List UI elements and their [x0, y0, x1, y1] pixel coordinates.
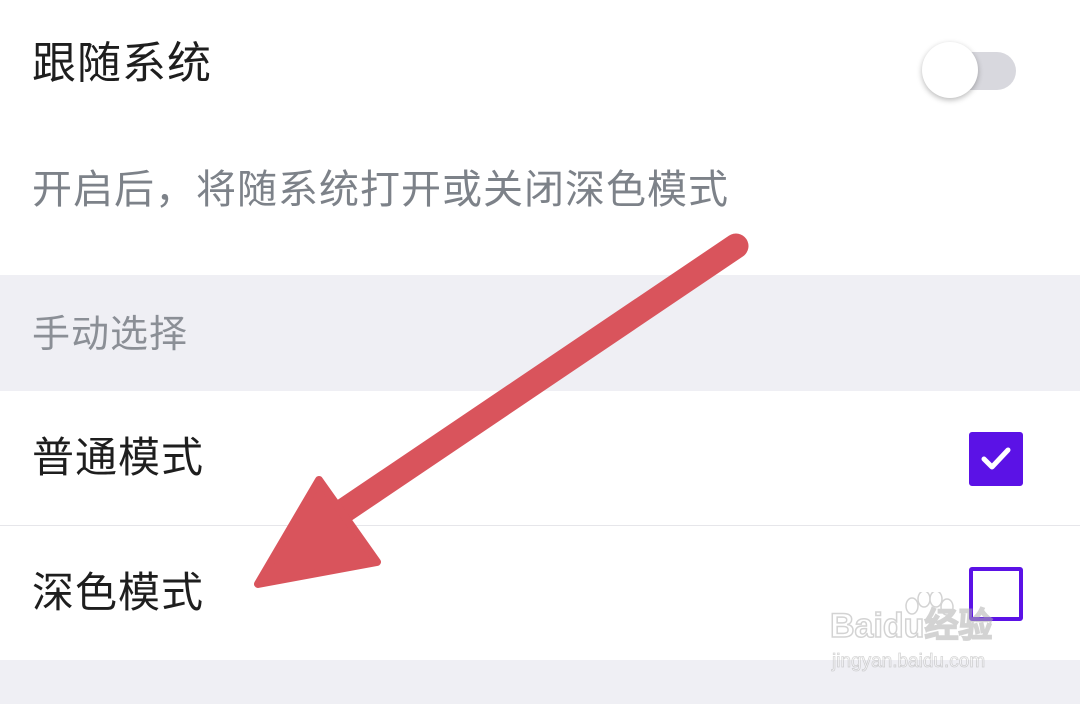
- follow-system-label: 跟随系统: [32, 38, 212, 89]
- follow-system-description: 开启后，将随系统打开或关闭深色模式: [32, 167, 729, 213]
- watermark-url: jingyan.baidu.com: [832, 651, 986, 673]
- follow-system-row: 跟随系统: [0, 0, 1080, 140]
- toggle-knob: [922, 42, 978, 98]
- option-normal-mode[interactable]: 普通模式: [0, 391, 1080, 525]
- section-title: 手动选择: [32, 312, 189, 356]
- baidu-jingyan-watermark: Baidu经验 jingyan.baidu.com: [829, 592, 1030, 682]
- watermark-brand: Baidu经验: [829, 606, 993, 646]
- checkmark-icon: [981, 447, 1011, 470]
- option-label: 深色模式: [32, 568, 205, 617]
- option-label: 普通模式: [32, 433, 205, 482]
- follow-system-description-row: 开启后，将随系统打开或关闭深色模式: [0, 140, 1080, 275]
- manual-selection-header: 手动选择: [0, 275, 1080, 391]
- follow-system-toggle[interactable]: [922, 42, 1016, 100]
- normal-mode-checkbox[interactable]: [969, 432, 1023, 486]
